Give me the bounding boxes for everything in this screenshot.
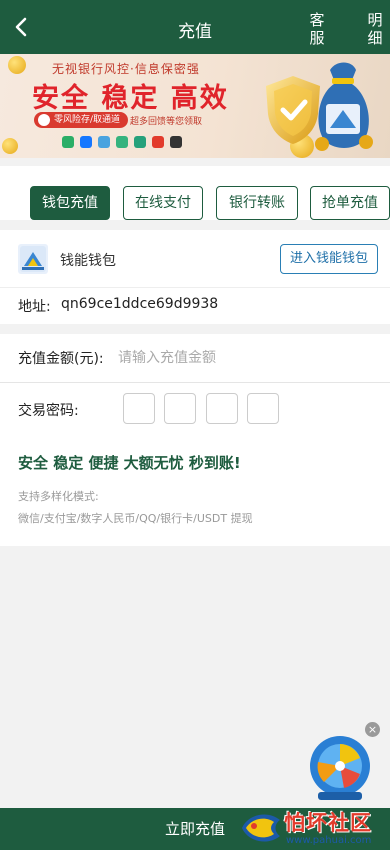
banner-pill: 零风险存/取通道 [34, 112, 129, 128]
password-label: 交易密码: [18, 403, 79, 419]
address-label: 地址: [18, 299, 51, 315]
banner-subtitle: 无视银行风控·信息保密强 [52, 62, 200, 76]
banner-tagline: 超多回馈等您领取 [130, 117, 203, 127]
wechat-icon [62, 136, 74, 148]
recharge-form: 充值金额(元): 交易密码: 安全 稳定 便捷 大额无忧 秒到账! 支持多样化模… [0, 334, 390, 546]
banner-headline: 安全 稳定 高效 [32, 83, 229, 114]
money-bag-icon [315, 62, 373, 151]
tab-grab-order[interactable]: 抢单充值 [310, 186, 390, 220]
qr-icon [116, 136, 128, 148]
coin-icon [8, 56, 26, 74]
page-title: 充值 [178, 22, 212, 42]
top-bar: 充值 客服 明细 [0, 0, 390, 54]
floating-ad[interactable]: × [304, 722, 386, 804]
card-icon [98, 136, 110, 148]
password-digit-box[interactable] [247, 393, 279, 424]
promo-banner[interactable]: 无视银行风控·信息保密强 安全 稳定 高效 零风险存/取通道 超多回馈等您领取 [0, 54, 390, 158]
wallet-logo-icon [18, 244, 48, 274]
divider [0, 382, 390, 383]
coin-icon [2, 138, 18, 154]
enter-wallet-button[interactable]: 进入钱能钱包 [280, 244, 378, 274]
wallet-section: 钱能钱包 进入钱能钱包 地址: qn69ce1ddce69d9938 [0, 230, 390, 324]
watermark-text: 怕坏社区 [284, 811, 372, 835]
password-digit-box[interactable] [123, 393, 155, 424]
amount-input[interactable] [118, 342, 378, 374]
details-button[interactable]: 明细 [364, 11, 386, 47]
tab-wallet-recharge[interactable]: 钱包充值 [30, 186, 110, 220]
wallet-name: 钱能钱包 [60, 253, 116, 269]
watermark-logo: 怕坏社区 www.pahuai.com [238, 806, 388, 850]
watermark-url: www.pahuai.com [286, 835, 372, 846]
modes-title: 支持多样化模式: [18, 490, 99, 503]
amount-label: 充值金额(元): [18, 351, 104, 367]
usdt-icon [134, 136, 146, 148]
tab-online-payment[interactable]: 在线支付 [123, 186, 203, 220]
modes-list: 微信/支付宝/数字人民币/QQ/银行卡/USDT 提现 [18, 512, 253, 525]
slogan-text: 安全 稳定 便捷 大额无忧 秒到账! [18, 454, 241, 472]
customer-service-button[interactable]: 客服 [304, 11, 330, 47]
watermark-fish-icon [242, 814, 280, 842]
tab-bank-transfer[interactable]: 银行转账 [216, 186, 298, 220]
bank-icon [152, 136, 164, 148]
close-icon[interactable]: × [365, 722, 380, 737]
payment-icons [62, 136, 182, 148]
alipay-icon [80, 136, 92, 148]
password-digit-box[interactable] [164, 393, 196, 424]
divider [0, 287, 390, 288]
password-digit-box[interactable] [206, 393, 238, 424]
qq-icon [170, 136, 182, 148]
address-value: qn69ce1ddce69d9938 [61, 296, 219, 312]
